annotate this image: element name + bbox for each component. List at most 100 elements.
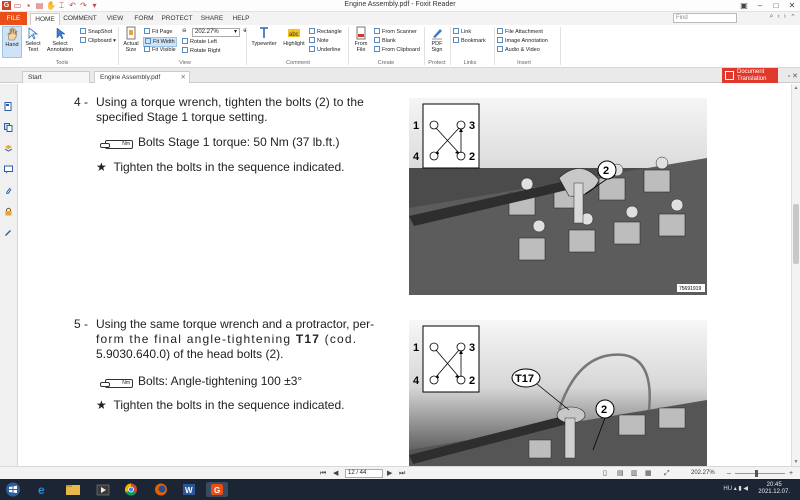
pdf-sign-button[interactable]: PDF Sign [427, 26, 447, 53]
next-result-icon[interactable]: › [784, 13, 786, 21]
zoom-out-icon[interactable]: – [727, 469, 731, 478]
input-language[interactable]: HU [723, 486, 732, 492]
highlight-icon: abc [288, 29, 300, 38]
continuous-view-icon[interactable]: ▤ [617, 469, 624, 478]
scroll-up-icon[interactable]: ▲ [792, 85, 800, 91]
facing-view-icon[interactable]: ▥ [631, 469, 638, 478]
restore-layout-icon[interactable]: ▣ [736, 0, 752, 11]
from-scanner-button[interactable]: From Scanner [374, 28, 417, 36]
link-button[interactable]: Link [453, 28, 471, 36]
attachments-panel-icon[interactable] [4, 186, 13, 195]
page-number-input[interactable]: 12 / 44 [345, 469, 383, 478]
fit-options-icon[interactable]: ⤢ [664, 469, 670, 478]
tab-start[interactable]: Start [22, 71, 90, 83]
continuous-facing-view-icon[interactable]: ▦ [645, 469, 652, 478]
from-clipboard-button[interactable]: From Clipboard [374, 46, 420, 54]
clock[interactable]: 20:45 2021.12.07. [758, 482, 790, 496]
tab-view[interactable]: VIEW [102, 13, 128, 25]
first-page-icon[interactable]: ⏮ [320, 469, 326, 478]
highlight-button[interactable]: abc Highlight [281, 26, 307, 47]
file-explorer-icon[interactable] [62, 482, 84, 497]
tab-help[interactable]: HELP [229, 13, 253, 25]
minimize-button[interactable]: – [752, 0, 768, 11]
zoom-out-icon[interactable]: ⊖ [182, 28, 187, 35]
actual-size-button[interactable]: Actual Size [121, 26, 141, 53]
previous-page-icon[interactable]: ◀ [333, 469, 338, 478]
zoom-slider-knob[interactable] [755, 470, 758, 477]
zoom-slider[interactable] [735, 470, 785, 477]
fit-visible-button[interactable]: Fit Visible [144, 46, 176, 54]
note-button[interactable]: Note [309, 37, 329, 45]
select-annotation-button[interactable]: Select Annotation [44, 26, 76, 53]
audio-video-button[interactable]: Audio & Video [497, 46, 540, 54]
layers-panel-icon[interactable] [4, 144, 13, 153]
tab-comment[interactable]: COMMENT [62, 13, 98, 25]
clipboard-button[interactable]: Clipboard ▾ [80, 37, 116, 45]
tab-file[interactable]: FILE [0, 12, 27, 25]
image-annotation-button[interactable]: Image Annotation [497, 37, 548, 45]
single-page-view-icon[interactable]: ▯ [603, 469, 607, 478]
search-icon[interactable]: ⌕ [770, 13, 774, 21]
volume-icon[interactable]: ◀ [743, 486, 748, 492]
last-page-icon[interactable]: ⏭ [399, 469, 405, 478]
network-icon[interactable]: ▮ [738, 486, 741, 492]
vertical-scrollbar[interactable]: ▲ ▼ [791, 84, 800, 466]
zoom-select[interactable]: 202.27% ▾ [192, 28, 240, 37]
typewriter-icon [260, 27, 268, 38]
media-icon [497, 46, 503, 52]
scroll-down-icon[interactable]: ▼ [792, 459, 800, 465]
document-translation-button[interactable]: Document Translation [722, 68, 778, 83]
tab-protect[interactable]: PROTECT [160, 13, 194, 25]
blank-button[interactable]: Blank [374, 37, 396, 45]
foxit-reader-taskbar-icon[interactable]: G [206, 482, 228, 497]
step5-engine-photo: 1 3 4 2 T17 2 [409, 320, 707, 466]
word-icon[interactable]: W [178, 482, 200, 497]
fit-page-button[interactable]: Fit Page [144, 28, 172, 36]
angle-tightening-illustration: 1 3 4 2 T17 2 [409, 320, 707, 466]
underline-button[interactable]: Underline [309, 46, 341, 54]
maximize-button[interactable]: □ [768, 0, 784, 11]
blank-page-icon [374, 37, 380, 43]
media-player-icon[interactable] [92, 482, 114, 497]
close-button[interactable]: ✕ [784, 0, 800, 11]
signatures-panel-icon[interactable] [4, 228, 13, 237]
snapshot-button[interactable]: SnapShot [80, 28, 112, 36]
from-file-button[interactable]: From File [351, 26, 371, 53]
internet-explorer-icon[interactable]: e [32, 482, 54, 497]
svg-text:G: G [214, 486, 220, 495]
file-attachment-button[interactable]: File Attachment [497, 28, 543, 36]
rotate-right-button[interactable]: Rotate Right [182, 47, 221, 55]
pages-panel-icon[interactable] [4, 123, 13, 132]
typewriter-button[interactable]: Typewriter [249, 26, 279, 47]
windows-start-icon[interactable] [4, 482, 22, 497]
tab-home[interactable]: HOME [30, 13, 60, 25]
firefox-icon[interactable] [150, 482, 172, 497]
tray-arrow-icon[interactable]: ▴ [734, 486, 737, 492]
step-instruction-line: specified Stage 1 torque setting. [96, 110, 268, 124]
tab-form[interactable]: FORM [131, 13, 157, 25]
zoom-in-icon[interactable]: + [789, 469, 793, 478]
chrome-icon[interactable] [120, 482, 142, 497]
bookmark-button[interactable]: Bookmark [453, 37, 486, 45]
close-document-icon[interactable]: ✕ [792, 73, 798, 80]
hand-icon [7, 27, 18, 41]
previous-result-icon[interactable]: ‹ [777, 13, 779, 21]
tab-engine-assembly[interactable]: Engine Assembly.pdf ✕ [94, 71, 190, 83]
select-text-button[interactable]: Select Text [23, 26, 43, 53]
sequence-note: ★ Tighten the bolts in the sequence indi… [96, 160, 344, 174]
ribbon-toggle-icon[interactable]: ⌃ [790, 13, 796, 21]
scrollbar-thumb[interactable] [793, 204, 799, 264]
bookmarks-panel-icon[interactable] [4, 102, 13, 111]
search-input[interactable]: Find [673, 13, 737, 23]
restore-document-icon[interactable]: ▫ [788, 73, 790, 80]
next-page-icon[interactable]: ▶ [387, 469, 392, 478]
rotate-left-button[interactable]: Rotate Left [182, 38, 217, 46]
comments-panel-icon[interactable] [4, 165, 13, 174]
security-panel-icon[interactable] [4, 207, 13, 216]
rectangle-button[interactable]: Rectangle [309, 28, 342, 36]
close-tab-icon[interactable]: ✕ [181, 72, 186, 83]
hand-tool-button[interactable]: Hand [2, 26, 22, 58]
tab-share[interactable]: SHARE [198, 13, 226, 25]
pdf-page-view[interactable]: 4 - Using a torque wrench, tighten the b… [19, 84, 792, 466]
pen-sign-icon [432, 29, 442, 40]
